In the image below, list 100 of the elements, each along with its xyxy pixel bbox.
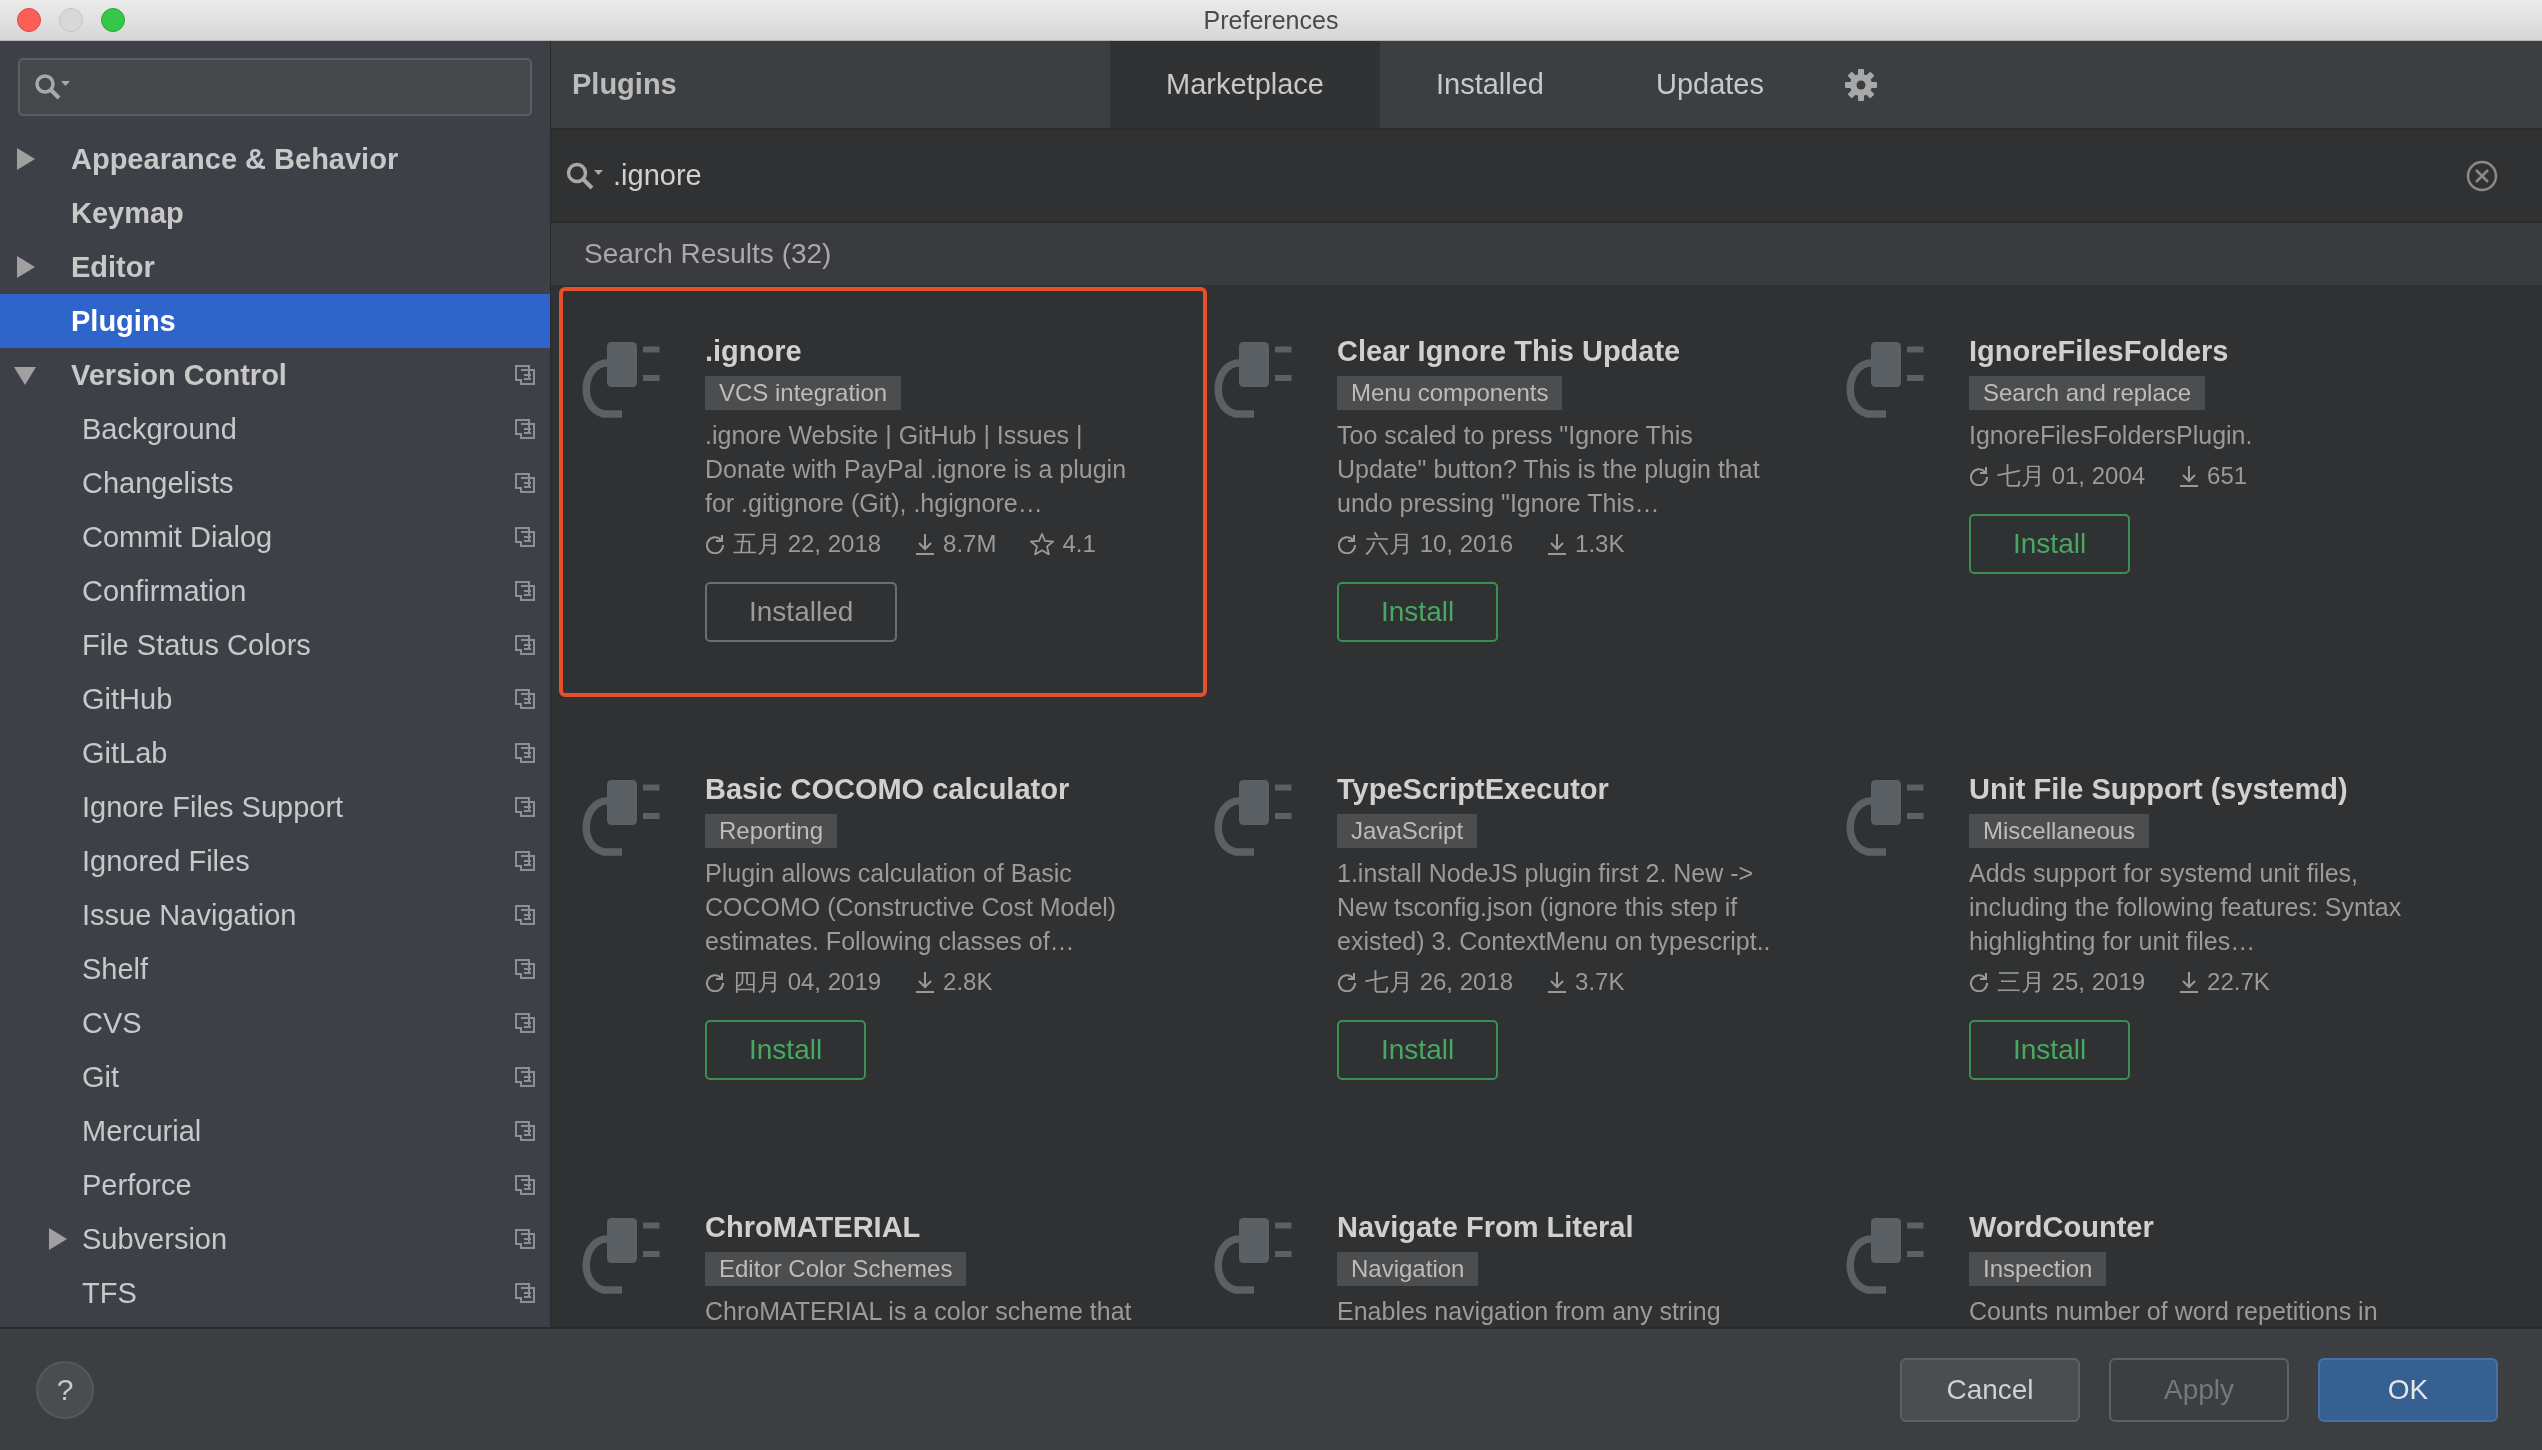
item-label: Background	[81, 412, 238, 446]
sidebar-item[interactable]: Subversion	[0, 1212, 550, 1266]
collapsed-arrow-icon[interactable]	[47, 1228, 67, 1250]
plugin-name: .ignore	[705, 335, 802, 368]
plugin-description: Enables navigation from any string	[1337, 1296, 1722, 1327]
item-label: Keymap	[70, 196, 185, 230]
window-title: Preferences	[1203, 5, 1339, 34]
sidebar-item[interactable]: Confirmation	[0, 564, 550, 618]
sidebar-item[interactable]: Keymap	[0, 186, 550, 240]
rating: 4.1	[1062, 530, 1096, 558]
category-tag: Miscellaneous	[1969, 814, 2150, 848]
item-label: CVS	[81, 1006, 143, 1040]
tab[interactable]: Marketplace	[1110, 41, 1380, 128]
refresh-icon	[1337, 972, 1357, 992]
sidebar-item[interactable]: Shelf	[0, 942, 550, 996]
sidebar-item[interactable]: GitLab	[0, 726, 550, 780]
page-title: Plugins	[572, 70, 677, 99]
sidebar-item[interactable]: TFS	[0, 1266, 550, 1320]
search-field[interactable]	[18, 58, 532, 116]
sidebar-item[interactable]: Version Control	[0, 348, 550, 402]
sidebar-item[interactable]: Appearance & Behavior	[0, 132, 550, 186]
category-tag: VCS integration	[705, 376, 902, 410]
install-button[interactable]: Install	[1337, 582, 1499, 642]
sidebar-item[interactable]: Ignore Files Support	[0, 780, 550, 834]
search-field[interactable]: .ignore	[605, 159, 2466, 192]
download-icon	[915, 971, 936, 993]
item-label: Changelists	[81, 466, 235, 500]
download-count: 3.7K	[1575, 968, 1625, 996]
item-label: File Status Colors	[81, 628, 312, 662]
collapsed-arrow-icon[interactable]	[15, 256, 35, 278]
download-count: 22.7K	[2207, 968, 2270, 996]
plugin-description: Plugin allows calculation of Basic COCOMO (Constructive Cost Model) estimates. Following classes of…	[705, 858, 1118, 957]
update-date: 四月 04, 2019	[733, 967, 882, 997]
download-count: 651	[2207, 462, 2248, 490]
settings-icon[interactable]	[1844, 67, 1878, 102]
install-button[interactable]: Install	[1969, 514, 2131, 574]
dialog-button[interactable]: Cancel	[1900, 1357, 2080, 1422]
installed-button[interactable]: Installed	[705, 582, 898, 642]
item-label: Ignored Files	[81, 844, 251, 878]
download-icon	[2179, 465, 2200, 487]
item-label: GitLab	[81, 736, 169, 770]
category-tag: Search and replace	[1969, 376, 2206, 410]
download-count: 2.8K	[943, 968, 993, 996]
item-label: Git	[81, 1060, 121, 1094]
plugin-description: .ignore Website | GitHub | Issues | Donate with PayPal .ignore is a plugin for .gitignore (Git), .hgignore…	[705, 420, 1128, 519]
sidebar-item[interactable]: Perforce	[0, 1158, 550, 1212]
plugin-description: IgnoreFilesFoldersPlugin.	[1969, 420, 2254, 451]
install-button[interactable]: Install	[705, 1020, 867, 1080]
download-icon	[1547, 971, 1568, 993]
plugin-name: ChroMATERIAL	[705, 1211, 921, 1244]
results-header: Search Results (32)	[584, 238, 832, 270]
category-tag: Editor Color Schemes	[705, 1252, 967, 1286]
item-label: TFS	[81, 1276, 138, 1310]
item-label: Editor	[70, 250, 156, 284]
sidebar-item[interactable]: Background	[0, 402, 550, 456]
collapsed-arrow-icon[interactable]	[15, 148, 35, 170]
download-icon	[2179, 971, 2200, 993]
download-count: 1.3K	[1575, 530, 1625, 558]
refresh-icon	[1969, 466, 1989, 486]
item-label: Issue Navigation	[81, 898, 298, 932]
sidebar-item[interactable]: GitHub	[0, 672, 550, 726]
update-date: 五月 22, 2018	[733, 529, 882, 559]
sidebar-item[interactable]: CVS	[0, 996, 550, 1050]
sidebar-item[interactable]: Commit Dialog	[0, 510, 550, 564]
plugin-name: WordCounter	[1969, 1211, 2154, 1244]
clear-icon[interactable]	[2466, 159, 2498, 192]
refresh-icon	[705, 972, 725, 992]
sidebar-item[interactable]: Ignored Files	[0, 834, 550, 888]
plugin-name: Navigate From Literal	[1337, 1211, 1634, 1244]
expanded-arrow-icon[interactable]	[14, 365, 36, 385]
item-label: Ignore Files Support	[81, 790, 345, 824]
refresh-icon	[1969, 972, 1989, 992]
item-label: Confirmation	[81, 574, 248, 608]
sidebar-item[interactable]: Git	[0, 1050, 550, 1104]
update-date: 七月 26, 2018	[1365, 967, 1514, 997]
category-tag: Reporting	[705, 814, 838, 848]
dialog-button[interactable]: OK	[2318, 1357, 2498, 1422]
sidebar-item[interactable]: Mercurial	[0, 1104, 550, 1158]
sidebar-item[interactable]: Changelists	[0, 456, 550, 510]
plugin-description: 1.install NodeJS plugin first 2. New -> New tsconfig.json (ignore this step if existed) 3. ContextMenu on typescript..	[1337, 858, 1772, 957]
plugin-description: ChroMATERIAL is a color scheme that	[705, 1296, 1133, 1327]
sidebar-item[interactable]: Plugins	[0, 294, 550, 348]
refresh-icon	[1337, 534, 1357, 554]
sidebar-item[interactable]: File Status Colors	[0, 618, 550, 672]
update-date: 三月 25, 2019	[1997, 967, 2146, 997]
close-button[interactable]	[17, 8, 41, 32]
tab[interactable]: Updates	[1600, 41, 1820, 128]
tab[interactable]: Installed	[1379, 41, 1600, 128]
plugin-description: Adds support for systemd unit files, including the following features: Syntax highlighting for unit files…	[1969, 858, 2403, 957]
sidebar-item[interactable]: Editor	[0, 240, 550, 294]
install-button[interactable]: Install	[1969, 1020, 2131, 1080]
download-icon	[915, 533, 936, 555]
item-label: Mercurial	[81, 1114, 203, 1148]
zoom-button[interactable]	[101, 8, 125, 32]
search-icon	[565, 160, 605, 191]
help-button[interactable]: ?	[36, 1360, 94, 1419]
install-button[interactable]: Install	[1337, 1020, 1499, 1080]
plugin-card[interactable]: .ignore VCS integration .ignore Website | GitHub | Issues | Donate with PayPal .ignore is a plugin for .gitignore (Git), .hgignore… 五月 22, 2018 8.7M 4.1 Installed	[559, 287, 1207, 697]
sidebar-item[interactable]: Issue Navigation	[0, 888, 550, 942]
item-label: GitHub	[81, 682, 174, 716]
